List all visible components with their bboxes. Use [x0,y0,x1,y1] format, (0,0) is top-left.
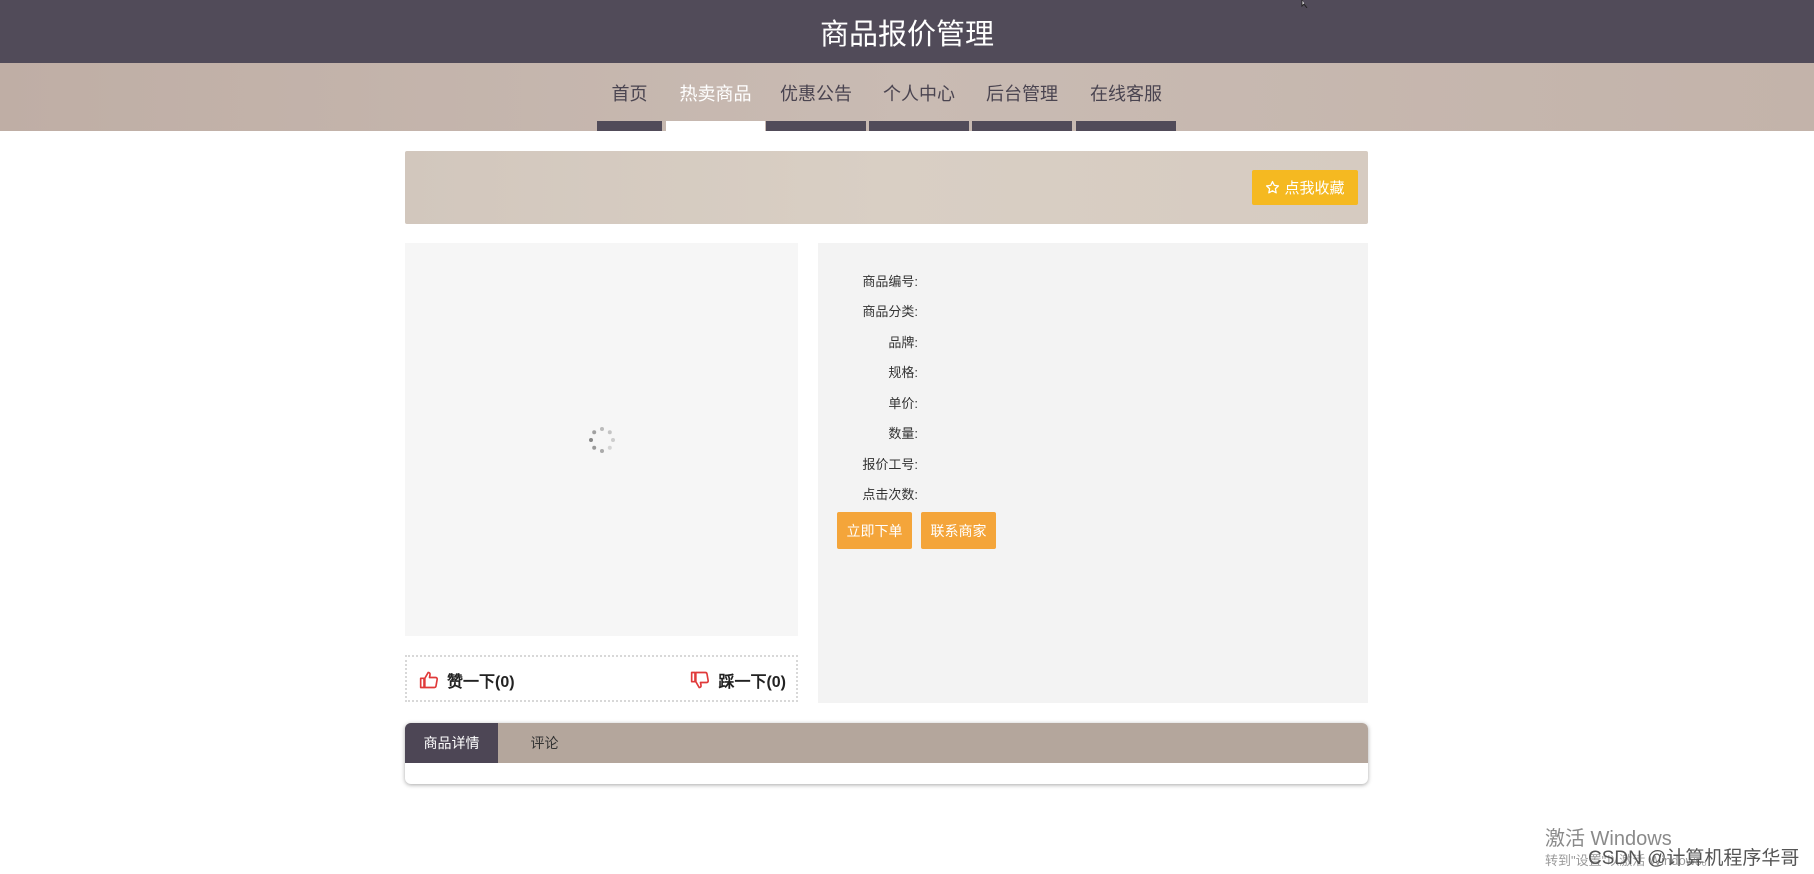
main-nav: 首页 热卖商品 优惠公告 个人中心 后台管理 在线客服 [0,63,1814,131]
like-label: 赞一下(0) [447,674,515,691]
nav-item-hot-products[interactable]: 热卖商品 [666,63,765,131]
nav-underline [1076,121,1176,131]
info-spec: 规格: [888,365,918,380]
dislike-button[interactable]: 踩一下(0) [690,667,786,693]
thumbs-down-icon [691,671,710,689]
nav-underline [869,121,969,131]
nav-label: 后台管理 [986,84,1058,104]
detail-tabs: 商品详情 评论 [405,723,1368,784]
nav-label: 热卖商品 [679,84,752,104]
nav-underline [766,121,866,131]
nav-label: 首页 [611,84,648,104]
nav-item-online-service[interactable]: 在线客服 [1076,63,1176,131]
tab-product-details[interactable]: 商品详情 [405,723,498,763]
site-title: 商品报价管理 [819,18,994,51]
like-button[interactable]: 赞一下(0) [419,667,515,693]
product-info-panel: 商品编号: 商品分类: 品牌: 规格: 单价: 数量: 报价工号: 点击次数: … [818,243,1368,703]
loading-spinner-icon [589,427,615,453]
tabs-header: 商品详情 评论 [405,723,1368,763]
order-now-button[interactable]: 立即下单 [837,512,912,549]
favorite-label: 点我收藏 [1284,180,1345,197]
csdn-watermark: CSDN @计算机程序华哥 [1588,848,1800,869]
nav-item-announcements[interactable]: 优惠公告 [766,63,866,131]
nav-label: 个人中心 [883,84,955,104]
info-unit-price: 单价: [888,396,918,411]
site-header: 商品报价管理 [0,0,1814,63]
info-quantity: 数量: [888,426,918,441]
nav-label: 优惠公告 [780,84,852,104]
info-click-count: 点击次数: [862,487,918,502]
thumbs-up-icon [419,671,439,689]
product-image-panel [405,243,798,636]
info-product-number: 商品编号: [862,274,918,289]
favorite-button[interactable]: 点我收藏 [1252,170,1358,205]
nav-underline [972,121,1072,131]
nav-underline [666,121,765,131]
mouse-cursor-icon [1301,0,1308,8]
info-product-category: 商品分类: [862,304,918,319]
favorite-bar: 点我收藏 [405,151,1368,224]
info-quote-staff-id: 报价工号: [862,457,918,472]
nav-item-personal-center[interactable]: 个人中心 [869,63,969,131]
star-outline-icon [1266,180,1280,194]
nav-underline [597,121,662,131]
nav-item-admin[interactable]: 后台管理 [972,63,1072,131]
contact-seller-button[interactable]: 联系商家 [921,512,996,549]
tab-comments[interactable]: 评论 [498,723,591,763]
vote-bar: 赞一下(0) 踩一下(0) [405,655,798,702]
info-brand: 品牌: [888,335,918,350]
nav-label: 在线客服 [1090,84,1162,104]
dislike-label: 踩一下(0) [718,674,786,691]
nav-item-home[interactable]: 首页 [597,63,662,131]
